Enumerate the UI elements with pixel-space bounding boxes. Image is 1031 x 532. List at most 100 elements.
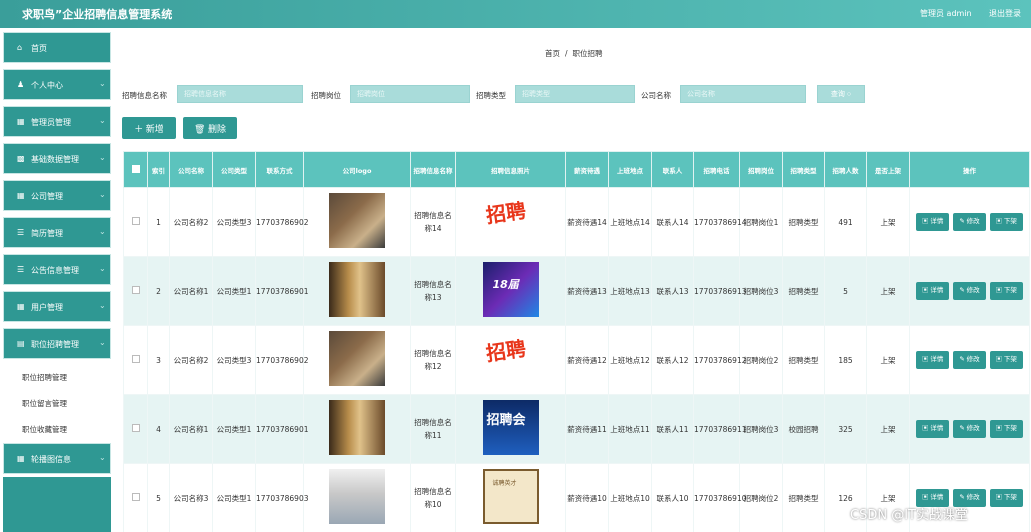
search-input-company[interactable] (680, 85, 806, 103)
detail-button[interactable]: ▣ 详情 (916, 420, 950, 438)
breadcrumb-home[interactable]: 首页 (545, 49, 560, 58)
sidebar-item-3[interactable]: ▩ 基础数据管理 ⌄ (3, 143, 111, 174)
grid-icon: ▦ (17, 117, 25, 126)
row-checkbox[interactable] (131, 423, 140, 432)
cell-name: 招聘信息名称11 (410, 394, 456, 464)
list-icon: ☰ (17, 228, 25, 237)
column-header: 招聘类型 (782, 151, 825, 188)
sidebar-item-label: 基础数据管理 (31, 155, 79, 164)
cell-ctype: 公司类型3 (212, 187, 256, 257)
search-button[interactable]: 查询 ○ (817, 85, 865, 103)
detail-button[interactable]: ▣ 详情 (916, 351, 950, 369)
cell-rtype: 招聘类型 (782, 256, 825, 326)
sidebar-item-label: 简历管理 (31, 229, 63, 238)
column-header: 是否上架 (866, 151, 910, 188)
sidebar-item-5[interactable]: ☰ 简历管理 ⌄ (3, 217, 111, 248)
row-checkbox[interactable] (131, 285, 140, 294)
cell-post: 招聘岗位2 (739, 463, 783, 532)
poster-text: 18届 (492, 277, 519, 291)
unlist-button[interactable]: ▣ 下架 (989, 213, 1023, 231)
cell-contact: 17703786901 (255, 394, 309, 464)
cell-person: 联系人14 (651, 187, 694, 257)
row-select-cell[interactable] (123, 187, 148, 257)
cell-place: 上班地点11 (608, 394, 652, 464)
sidebar-item-2[interactable]: ▦ 管理员管理 ⌄ (3, 106, 111, 137)
job-poster-cell: 招聘会 (455, 394, 566, 464)
search-input-name[interactable] (177, 85, 303, 103)
unlist-button[interactable]: ▣ 下架 (989, 489, 1023, 507)
edit-button[interactable]: ✎ 修改 (953, 420, 986, 438)
cell-index: 3 (147, 325, 170, 395)
cell-phone: 17703786911 (693, 394, 747, 464)
watermark: CSDN @IT实战课堂 (850, 508, 968, 523)
poster-text: 招聘 (483, 335, 527, 366)
sidebar-item-9[interactable]: ▦ 轮播图信息 ⌄ (3, 443, 111, 474)
row-select-cell[interactable] (123, 325, 148, 395)
cell-post: 招聘岗位2 (739, 325, 783, 395)
column-header: 公司logo (303, 151, 411, 188)
list-icon: ☰ (17, 265, 25, 274)
company-logo-image (329, 330, 385, 386)
cell-status: 上架 (866, 325, 910, 395)
column-header: 招聘人数 (824, 151, 867, 188)
company-logo-image (329, 468, 385, 524)
grid-icon: ▦ (17, 302, 25, 311)
table-row: 4 公司名称1 公司类型1 17703786901 招聘信息名称11 招聘会 薪资待遇11 上… (123, 394, 1030, 464)
logout-link[interactable]: 退出登录 (989, 8, 1021, 19)
unlist-button[interactable]: ▣ 下架 (989, 351, 1023, 369)
cell-name: 招聘信息名称12 (410, 325, 456, 395)
cell-index: 2 (147, 256, 170, 326)
job-poster-image: 招聘 (482, 330, 539, 386)
row-select-cell[interactable] (123, 256, 148, 326)
search-input-post[interactable] (350, 85, 470, 103)
row-select-cell[interactable] (123, 463, 148, 532)
sidebar-subitem-0[interactable]: 职位招聘管理 (22, 372, 67, 383)
sidebar-item-7[interactable]: ▦ 用户管理 ⌄ (3, 291, 111, 322)
row-actions: ▣ 详情 ✎ 修改 ▣ 下架 (909, 256, 1030, 326)
unlist-button[interactable]: ▣ 下架 (989, 282, 1023, 300)
sidebar-item-8[interactable]: ▤ 职位招聘管理 ⌄ (3, 328, 111, 359)
unlist-button[interactable]: ▣ 下架 (989, 420, 1023, 438)
breadcrumb-separator: / (565, 49, 568, 58)
search-input-type[interactable] (515, 85, 635, 103)
sidebar-item-1[interactable]: ♟ 个人中心 ⌄ (3, 69, 111, 100)
column-header: 公司类型 (212, 151, 256, 188)
edit-button[interactable]: ✎ 修改 (953, 351, 986, 369)
sidebar-item-0[interactable]: ⌂ 首页 (3, 32, 111, 63)
cell-contact: 17703786903 (255, 463, 309, 532)
chevron-down-icon: ⌄ (99, 116, 106, 125)
edit-button[interactable]: ✎ 修改 (953, 282, 986, 300)
edit-button[interactable]: ✎ 修改 (953, 213, 986, 231)
row-checkbox[interactable] (131, 354, 140, 363)
table-row: 1 公司名称2 公司类型3 17703786902 招聘信息名称14 招聘 薪资待遇14 上班… (123, 187, 1030, 257)
cell-ctype: 公司类型1 (212, 256, 256, 326)
cell-post: 招聘岗位3 (739, 256, 783, 326)
detail-button[interactable]: ▣ 详情 (916, 282, 950, 300)
sidebar-item-label: 用户管理 (31, 303, 63, 312)
sidebar-subitem-1[interactable]: 职位留言管理 (22, 398, 67, 409)
select-all-checkbox[interactable] (131, 164, 140, 173)
table-header-row: 索引 公司名称 公司类型 联系方式 公司logo 招聘信息名称 招聘信息照片 薪资待遇 上班地点… (123, 151, 1030, 188)
sidebar-item-4[interactable]: ▦ 公司管理 ⌄ (3, 180, 111, 211)
delete-button[interactable]: 🗑 删除 (183, 117, 237, 139)
chevron-down-icon: ⌄ (99, 153, 106, 162)
column-header: 联系人 (651, 151, 694, 188)
row-select-cell[interactable] (123, 394, 148, 464)
column-header: 索引 (147, 151, 170, 188)
column-header[interactable] (123, 151, 148, 188)
sidebar-item-6[interactable]: ☰ 公告信息管理 ⌄ (3, 254, 111, 285)
cell-person: 联系人13 (651, 256, 694, 326)
breadcrumb-current: 职位招聘 (572, 49, 603, 58)
add-button[interactable]: ＋ 新增 (122, 117, 176, 139)
cell-rtype: 招聘类型 (782, 187, 825, 257)
cell-status: 上架 (866, 256, 910, 326)
cell-contact: 17703786901 (255, 256, 309, 326)
row-checkbox[interactable] (131, 492, 140, 501)
detail-button[interactable]: ▣ 详情 (916, 213, 950, 231)
cell-contact: 17703786902 (255, 325, 309, 395)
chevron-down-icon: ⌄ (99, 264, 106, 273)
row-checkbox[interactable] (131, 216, 140, 225)
cell-salary: 薪资待遇14 (565, 187, 609, 257)
sidebar-subitem-2[interactable]: 职位收藏管理 (22, 424, 67, 435)
cell-ctype: 公司类型1 (212, 394, 256, 464)
